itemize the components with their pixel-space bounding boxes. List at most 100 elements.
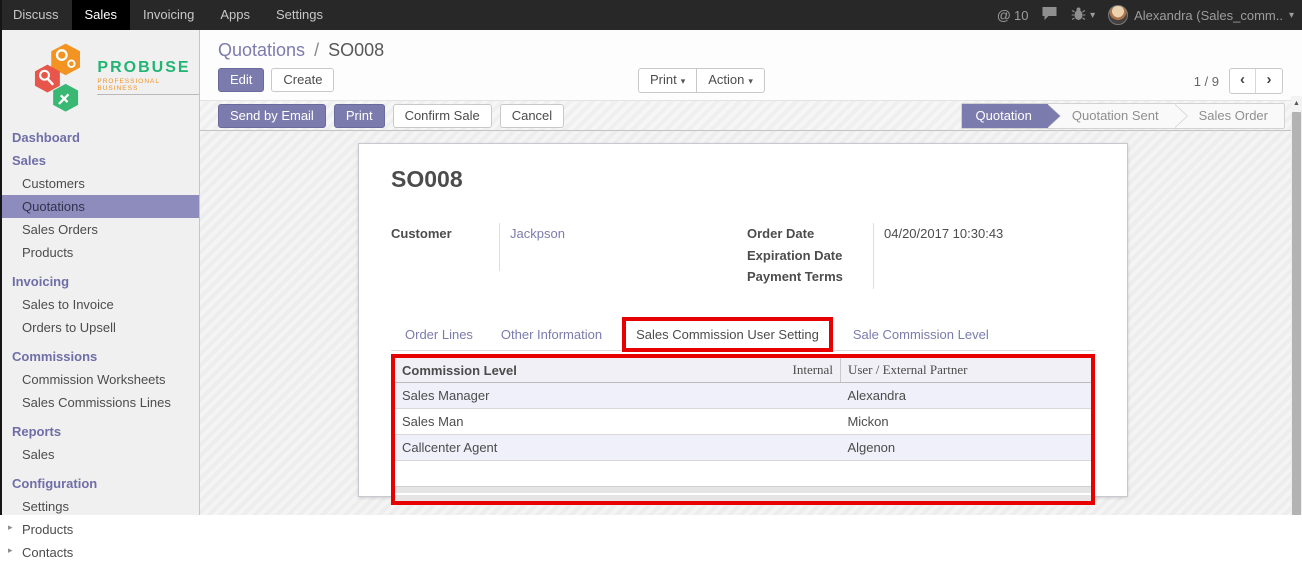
menu-item-sales[interactable]: Sales — [71, 0, 131, 30]
mention-counter[interactable]: @ 10 — [997, 7, 1029, 23]
sidebar-item-customers[interactable]: Customers — [0, 172, 199, 195]
sidebar-item-sales-orders[interactable]: Sales Orders — [0, 218, 199, 241]
tab-sales-commission-user-setting[interactable]: Sales Commission User Setting — [622, 317, 833, 352]
topbar: Discuss Sales Invoicing Apps Settings @ … — [0, 0, 1302, 30]
sidebar-item-sales-commissions-lines[interactable]: Sales Commissions Lines — [0, 391, 199, 414]
expand-arrow-icon[interactable]: ▸ — [8, 522, 13, 533]
breadcrumb-quotations-link[interactable]: Quotations — [218, 40, 305, 60]
scroll-up-button[interactable]: ▲ — [1291, 96, 1302, 112]
menu-item-invoicing[interactable]: Invoicing — [130, 0, 207, 30]
sidebar-section-sales[interactable]: Sales — [0, 149, 199, 172]
customer-value-link[interactable]: Jackpson — [500, 223, 565, 289]
pager-next-button[interactable]: › — [1256, 69, 1282, 93]
menu-item-discuss[interactable]: Discuss — [0, 0, 72, 30]
expand-arrow-icon[interactable]: ▸ — [8, 545, 13, 556]
caret-down-icon: ▾ — [1288, 9, 1294, 21]
sidebar-item-label: Products — [22, 522, 74, 537]
annotation-box-table: Commission Level Internal User / Externa… — [391, 354, 1095, 505]
commission-table: Commission Level Internal User / Externa… — [395, 358, 1091, 486]
avatar — [1108, 5, 1129, 25]
mention-count: 10 — [1014, 7, 1029, 23]
table-empty-row — [395, 460, 1091, 486]
vertical-scrollbar[interactable]: ▲ — [1291, 96, 1302, 515]
tab-sale-commission-level[interactable]: Sale Commission Level — [839, 319, 1003, 350]
window-left-edge — [0, 0, 2, 515]
user-name: Alexandra (Sales_comm.. — [1134, 7, 1283, 23]
sidebar: PROBUSE PROFESSIONAL BUSINESS Dashboard … — [0, 30, 200, 560]
table-footer-strip — [395, 494, 1091, 501]
table-row[interactable]: Sales Manager Alexandra — [395, 382, 1091, 409]
sidebar-item-sales-to-invoice[interactable]: Sales to Invoice — [0, 293, 199, 316]
sidebar-item-quotations[interactable]: Quotations — [0, 195, 199, 218]
commission-level-cell: Sales Manager — [395, 382, 841, 409]
table-footer-strip — [395, 485, 1091, 493]
probuse-logo-icon — [34, 43, 80, 112]
status-step-quotation-sent[interactable]: Quotation Sent — [1048, 104, 1188, 128]
payment-terms-label: Payment Terms — [747, 269, 843, 284]
bug-menu[interactable]: ▾ — [1071, 6, 1095, 23]
tab-order-lines[interactable]: Order Lines — [391, 319, 487, 350]
tab-other-information[interactable]: Other Information — [487, 319, 616, 350]
caret-down-icon: ▾ — [1090, 10, 1096, 22]
status-steps: Quotation Quotation Sent Sales Order — [960, 103, 1285, 129]
table-row[interactable]: Callcenter Agent Algenon — [395, 434, 1091, 461]
confirm-sale-button[interactable]: Confirm Sale — [392, 104, 492, 128]
user-cell: Alexandra — [840, 382, 1091, 409]
breadcrumb-separator: / — [314, 40, 320, 60]
chat-icon[interactable] — [1041, 6, 1058, 24]
order-date-value: 04/20/2017 10:30:43 — [884, 226, 1004, 241]
print-menu-button[interactable]: Print ▾ — [638, 68, 697, 93]
brand-tagline: PROFESSIONAL BUSINESS — [97, 78, 199, 95]
header-user-external-partner[interactable]: User / External Partner — [839, 358, 1091, 383]
send-by-email-button[interactable]: Send by Email — [218, 104, 326, 128]
sidebar-item-config-contacts[interactable]: ▸ Contacts — [0, 541, 199, 564]
sidebar-section-reports[interactable]: Reports — [0, 420, 199, 443]
menu-item-apps[interactable]: Apps — [207, 0, 263, 30]
expiration-date-label: Expiration Date — [747, 247, 843, 263]
table-header-row: Commission Level Internal User / Externa… — [395, 358, 1091, 383]
sidebar-section-commissions[interactable]: Commissions — [0, 345, 199, 368]
breadcrumb-current: SO008 — [328, 40, 385, 60]
sidebar-item-label: Contacts — [22, 545, 74, 560]
status-step-sales-order[interactable]: Sales Order — [1175, 104, 1284, 128]
header-internal: Internal — [743, 358, 841, 383]
customer-label: Customer — [391, 226, 452, 241]
action-menu-button[interactable]: Action ▾ — [696, 68, 765, 93]
brand-name: PROBUSE — [97, 59, 191, 76]
sidebar-item-commission-worksheets[interactable]: Commission Worksheets — [0, 368, 199, 391]
content-area: SO008 Customer Jackpson Order Date Expir… — [200, 131, 1302, 515]
scrollbar-thumb[interactable] — [1292, 112, 1301, 515]
action-menu-label: Action — [708, 72, 745, 87]
sidebar-item-reports-sales[interactable]: Sales — [0, 443, 199, 466]
main-area: Quotations / SO008 Edit Create Print ▾ Ac… — [200, 30, 1302, 515]
print-button[interactable]: Print — [333, 104, 385, 128]
user-cell: Mickon — [840, 408, 1091, 435]
edit-button[interactable]: Edit — [218, 68, 265, 92]
sidebar-item-products[interactable]: Products — [0, 241, 199, 264]
commission-level-cell: Sales Man — [395, 408, 841, 435]
user-cell: Algenon — [840, 434, 1091, 461]
control-panel: Quotations / SO008 Edit Create Print ▾ Ac… — [200, 30, 1302, 100]
probuse-logo[interactable]: PROBUSE PROFESSIONAL BUSINESS — [0, 30, 199, 126]
pager-prev-button[interactable]: ‹ — [1230, 69, 1256, 93]
sidebar-item-config-products[interactable]: ▸ Products — [0, 518, 199, 541]
sidebar-section-invoicing[interactable]: Invoicing — [0, 270, 199, 293]
sidebar-section-dashboard[interactable]: Dashboard — [0, 126, 199, 149]
cancel-button[interactable]: Cancel — [499, 104, 565, 128]
sidebar-section-configuration[interactable]: Configuration — [0, 472, 199, 495]
bug-icon — [1071, 7, 1086, 24]
order-date-label: Order Date — [747, 226, 815, 241]
sidebar-item-orders-to-upsell[interactable]: Orders to Upsell — [0, 316, 199, 339]
at-icon: @ — [996, 7, 1011, 23]
menu-item-settings[interactable]: Settings — [263, 0, 336, 30]
status-step-quotation[interactable]: Quotation — [961, 104, 1062, 128]
form-sheet: SO008 Customer Jackpson Order Date Expir… — [358, 143, 1128, 505]
header-commission-level[interactable]: Commission Level — [395, 358, 743, 383]
page-title: SO008 — [391, 166, 463, 192]
user-menu[interactable]: Alexandra (Sales_comm.. ▾ — [1108, 5, 1294, 25]
print-menu-label: Print — [650, 72, 677, 87]
table-row[interactable]: Sales Man Mickon — [395, 408, 1091, 435]
create-button[interactable]: Create — [271, 68, 335, 92]
pager: 1 / 9 ‹ › — [1194, 68, 1283, 94]
commission-level-cell: Callcenter Agent — [395, 434, 841, 461]
